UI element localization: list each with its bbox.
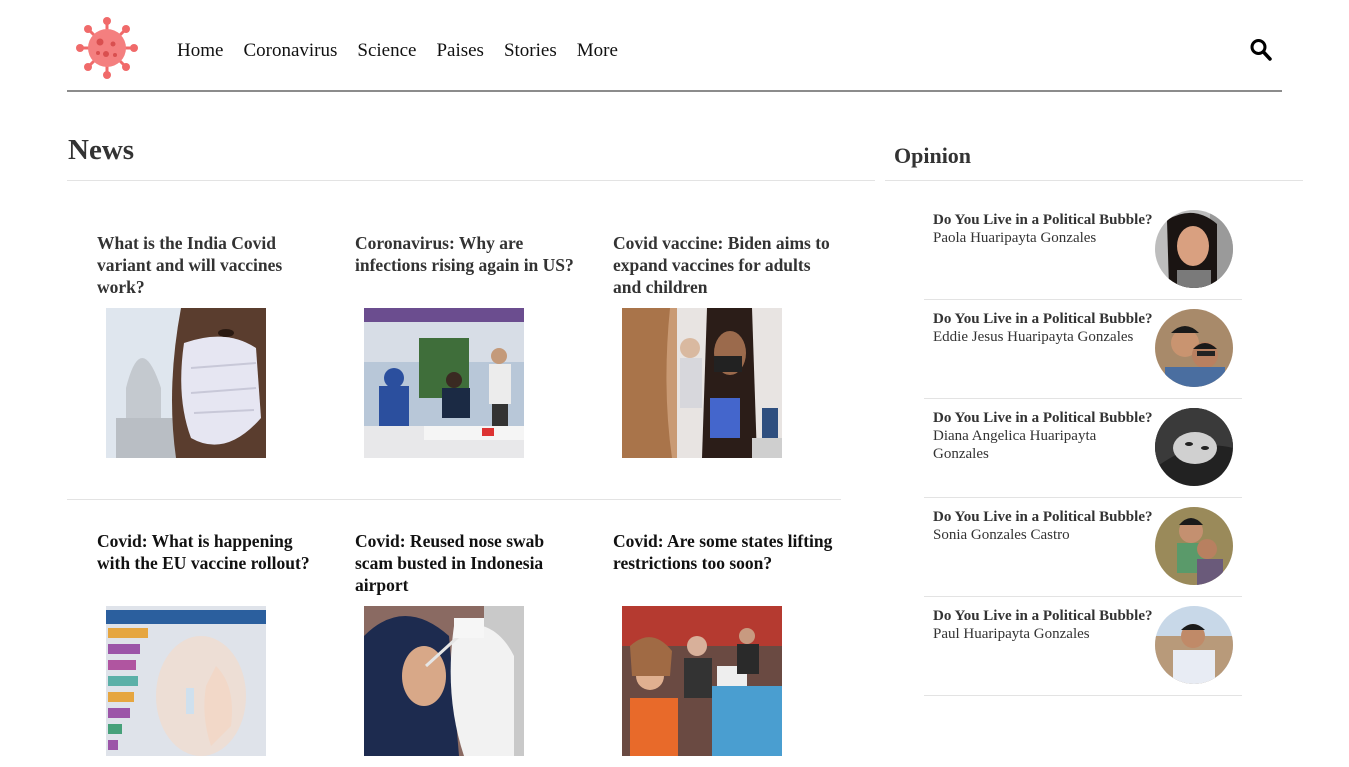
search-icon[interactable] xyxy=(1250,38,1272,62)
nav-coronavirus[interactable]: Coronavirus xyxy=(243,38,337,64)
news-card-title[interactable]: Covid vaccine: Biden aims to expand vacc… xyxy=(613,232,833,298)
coronavirus-icon[interactable] xyxy=(76,17,138,79)
avatar[interactable] xyxy=(1155,606,1233,684)
opinion-author: Paola Huaripayta Gonzales xyxy=(933,230,1097,246)
nav-paises[interactable]: Paises xyxy=(436,38,484,64)
avatar[interactable] xyxy=(1155,408,1233,486)
opinion-text: Do You Live in a Political Bubble? Sonia… xyxy=(933,508,1153,544)
opinion-item[interactable]: Do You Live in a Political Bubble? Eddie… xyxy=(924,300,1242,399)
nav-more[interactable]: More xyxy=(577,38,618,64)
avatar[interactable] xyxy=(1155,309,1233,387)
news-card[interactable]: What is the India Covid variant and will… xyxy=(97,232,317,458)
nose-swab-photo[interactable] xyxy=(364,606,524,756)
crowd-table-photo[interactable] xyxy=(622,606,782,756)
nav-home[interactable]: Home xyxy=(177,38,223,64)
opinion-item[interactable]: Do You Live in a Political Bubble? Sonia… xyxy=(924,498,1242,597)
nav-science[interactable]: Science xyxy=(357,38,416,64)
divider xyxy=(885,180,1303,181)
opinion-item[interactable]: Do You Live in a Political Bubble? Diana… xyxy=(924,399,1242,498)
opinion-author: Paul Huaripayta Gonzales xyxy=(933,626,1090,642)
news-card-title[interactable]: Covid: Are some states lifting restricti… xyxy=(613,530,833,596)
opinion-item[interactable]: Do You Live in a Political Bubble? Paola… xyxy=(924,201,1242,300)
vaccine-chart-photo[interactable] xyxy=(106,606,266,756)
opinion-text: Do You Live in a Political Bubble? Paul … xyxy=(933,607,1153,643)
news-card-title[interactable]: Covid: What is happening with the EU vac… xyxy=(97,530,317,596)
main-nav: Home Coronavirus Science Paises Stories … xyxy=(177,38,638,64)
news-card-title[interactable]: Covid: Reused nose swab scam busted in I… xyxy=(355,530,575,596)
mask-woman-photo[interactable] xyxy=(106,308,266,458)
news-card[interactable]: Covid: Are some states lifting restricti… xyxy=(613,530,833,756)
opinion-text: Do You Live in a Political Bubble? Diana… xyxy=(933,409,1153,463)
site-header: Home Coronavirus Science Paises Stories … xyxy=(67,0,1282,92)
vaccination-photo[interactable] xyxy=(622,308,782,458)
news-card[interactable]: Covid vaccine: Biden aims to expand vacc… xyxy=(613,232,833,458)
avatar[interactable] xyxy=(1155,210,1233,288)
testing-site-photo[interactable] xyxy=(364,308,524,458)
opinion-text: Do You Live in a Political Bubble? Paola… xyxy=(933,211,1153,247)
divider xyxy=(67,180,875,181)
opinion-list: Do You Live in a Political Bubble? Paola… xyxy=(924,201,1242,696)
opinion-author: Eddie Jesus Huaripayta Gonzales xyxy=(933,329,1134,345)
opinion-author: Diana Angelica Huaripayta Gonzales xyxy=(933,428,1097,462)
opinion-author: Sonia Gonzales Castro xyxy=(933,527,1070,543)
opinion-title[interactable]: Do You Live in a Political Bubble? xyxy=(933,211,1153,229)
avatar[interactable] xyxy=(1155,507,1233,585)
divider xyxy=(67,499,841,500)
opinion-title[interactable]: Do You Live in a Political Bubble? xyxy=(933,607,1153,625)
news-card[interactable]: Coronavirus: Why are infections rising a… xyxy=(355,232,575,458)
news-card-title[interactable]: What is the India Covid variant and will… xyxy=(97,232,317,298)
opinion-title[interactable]: Do You Live in a Political Bubble? xyxy=(933,508,1153,526)
opinion-heading: Opinion xyxy=(894,143,972,168)
news-card-title[interactable]: Coronavirus: Why are infections rising a… xyxy=(355,232,575,298)
opinion-title[interactable]: Do You Live in a Political Bubble? xyxy=(933,310,1153,328)
news-card[interactable]: Covid: Reused nose swab scam busted in I… xyxy=(355,530,575,756)
opinion-text: Do You Live in a Political Bubble? Eddie… xyxy=(933,310,1153,346)
opinion-item[interactable]: Do You Live in a Political Bubble? Paul … xyxy=(924,597,1242,696)
news-heading: News xyxy=(68,134,135,166)
nav-stories[interactable]: Stories xyxy=(504,38,557,64)
opinion-title[interactable]: Do You Live in a Political Bubble? xyxy=(933,409,1153,427)
news-card[interactable]: Covid: What is happening with the EU vac… xyxy=(97,530,317,756)
